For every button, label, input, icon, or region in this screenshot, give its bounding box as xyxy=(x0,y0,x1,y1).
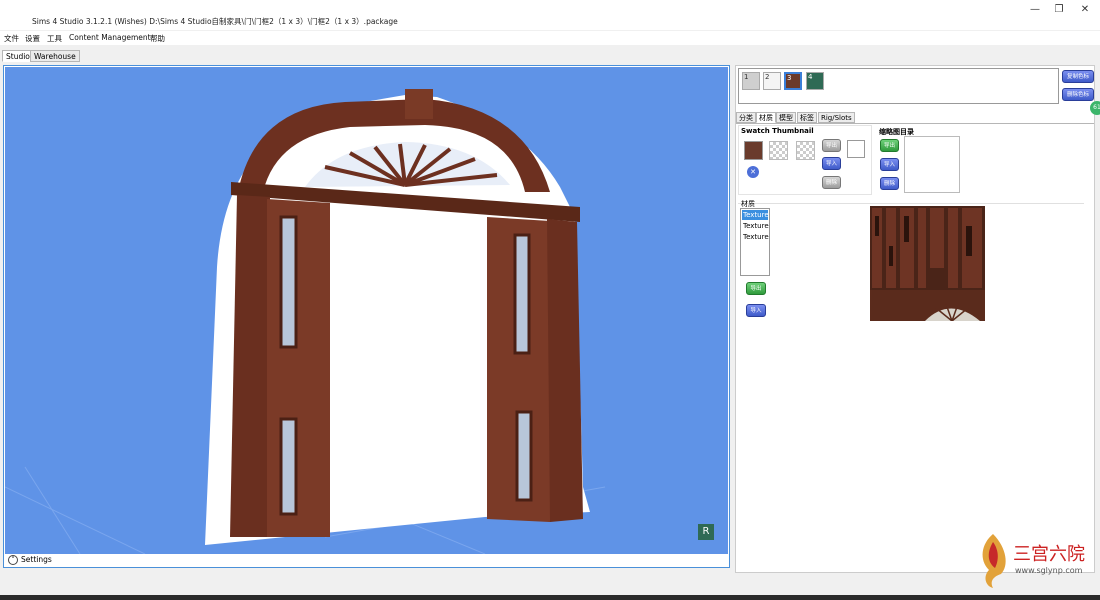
site-watermark-logo: 三宫六院 www.sglynp.com xyxy=(975,528,1097,598)
tab-material[interactable]: 材质 xyxy=(756,112,776,123)
remove-icon[interactable]: ✕ xyxy=(747,166,759,178)
settings-bar[interactable]: ˅ Settings xyxy=(5,554,728,566)
thumbnail-preview-box xyxy=(847,140,865,158)
watermark-text: 三宫六院 xyxy=(1013,544,1085,565)
chevron-down-icon[interactable]: ˅ xyxy=(8,555,18,565)
menu-tools[interactable]: 工具 xyxy=(47,33,62,44)
catalog-delete-button[interactable]: 删除 xyxy=(880,177,899,190)
thumbnail-import-button[interactable]: 导入 xyxy=(822,157,841,170)
window-title: Sims 4 Studio 3.1.2.1 (Wishes) D:\Sims 4… xyxy=(32,17,398,26)
menu-help[interactable]: 帮助 xyxy=(150,33,165,44)
menu-settings[interactable]: 设置 xyxy=(25,33,40,44)
thumbnail-slot-2[interactable] xyxy=(769,141,788,160)
swatch-thumbnail-color[interactable] xyxy=(744,141,763,160)
materials-list[interactable]: Texture Texture Texture xyxy=(740,208,770,276)
watermark-url: www.sglynp.com xyxy=(1015,566,1083,575)
right-panel: 1 2 3 4 复制色标 删除色标 分类 材质 模型 标签 Rig/Slots … xyxy=(735,65,1095,573)
tab-tags[interactable]: 标签 xyxy=(797,112,817,123)
viewport-frame: R ˅ Settings xyxy=(3,65,730,568)
menu-bar: 文件 设置 工具 Content Management 帮助 xyxy=(0,31,1100,45)
close-button[interactable]: ✕ xyxy=(1074,3,1096,17)
thumbnail-slot-3[interactable] xyxy=(796,141,815,160)
tab-category[interactable]: 分类 xyxy=(736,112,756,123)
tab-divider xyxy=(736,123,1094,124)
title-bar: Sims 4 Studio 3.1.2.1 (Wishes) D:\Sims 4… xyxy=(0,0,1100,30)
material-export-button[interactable]: 导出 xyxy=(746,282,766,295)
thumbnail-delete-button[interactable]: 删除 xyxy=(822,176,841,189)
minimize-button[interactable]: — xyxy=(1024,3,1046,17)
catalog-preview-box xyxy=(904,136,960,193)
door-frame-model xyxy=(5,89,606,554)
material-import-button[interactable]: 导入 xyxy=(746,304,766,317)
texture-preview xyxy=(870,206,985,321)
thumbnail-export-button[interactable]: 导出 xyxy=(822,139,841,152)
copy-swatch-button[interactable]: 复制色标 xyxy=(1062,70,1094,83)
catalog-export-button[interactable]: 导出 xyxy=(880,139,899,152)
phoenix-icon xyxy=(982,534,1006,588)
section-divider xyxy=(738,203,1084,204)
swatch-thumbnail-title: Swatch Thumbnail xyxy=(741,127,814,135)
material-item-texture[interactable]: Texture xyxy=(742,232,769,242)
swatch-strip: 1 2 3 4 xyxy=(738,68,1059,104)
material-item-texture[interactable]: Texture xyxy=(742,210,769,220)
tab-model[interactable]: 模型 xyxy=(776,112,796,123)
swatch-1[interactable]: 1 xyxy=(742,72,760,90)
menu-content-management[interactable]: Content Management xyxy=(69,33,151,42)
swatch-thumbnail-group xyxy=(738,125,872,195)
menu-file[interactable]: 文件 xyxy=(4,33,19,44)
3d-viewport[interactable]: R xyxy=(5,67,728,554)
catalog-import-button[interactable]: 导入 xyxy=(880,158,899,171)
app-window: Sims 4 Studio 3.1.2.1 (Wishes) D:\Sims 4… xyxy=(0,0,1100,600)
settings-label: Settings xyxy=(21,555,52,564)
notification-badge[interactable]: 61 xyxy=(1090,101,1100,115)
swatch-2[interactable]: 2 xyxy=(763,72,781,90)
corner-logo-icon: R xyxy=(698,524,714,540)
restore-button[interactable]: ❐ xyxy=(1048,3,1070,17)
delete-swatch-button[interactable]: 删除色标 xyxy=(1062,88,1094,101)
material-item-texture[interactable]: Texture xyxy=(742,221,769,231)
swatch-3[interactable]: 3 xyxy=(784,72,802,90)
taskbar-strip xyxy=(0,595,1100,600)
tab-warehouse[interactable]: Warehouse xyxy=(30,50,80,62)
swatch-4[interactable]: 4 xyxy=(806,72,824,90)
tab-rig-slots[interactable]: Rig/Slots xyxy=(818,112,855,123)
